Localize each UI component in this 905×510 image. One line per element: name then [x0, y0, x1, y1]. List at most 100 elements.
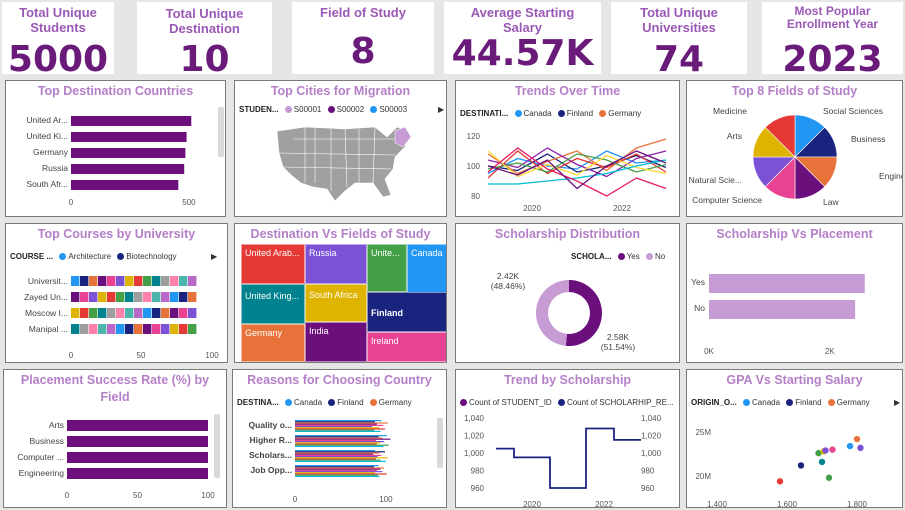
- no-pct-label: (48.46%): [491, 281, 526, 291]
- legend: DESTINA... Canada Finland Germany: [237, 398, 412, 407]
- y-tick-label: 1,020: [464, 432, 485, 441]
- x-tick-label: 2022: [613, 204, 631, 213]
- treemap-tile[interactable]: Russia: [305, 244, 367, 284]
- bar-segment: [134, 276, 143, 286]
- treemap-tile[interactable]: Germany: [241, 324, 305, 362]
- kpi-value: 74: [653, 39, 705, 74]
- scholarship-distribution-chart[interactable]: Scholarship Distribution SCHOLA... Yes N…: [455, 223, 680, 363]
- scrollbar[interactable]: [214, 414, 220, 478]
- bar-segment: [107, 324, 116, 334]
- no-value-label: 2.42K: [497, 271, 520, 281]
- bar: [295, 428, 385, 430]
- legend-dot: [514, 110, 522, 117]
- bar: [295, 468, 381, 470]
- scatter-svg: 25M 20M 1,400 1,600 1,800: [695, 428, 867, 507]
- legend-item: S00001: [293, 105, 322, 114]
- legend: SCHOLA... Yes No: [571, 252, 665, 261]
- next-page-icon[interactable]: ▶: [211, 252, 217, 261]
- treemap-chart[interactable]: Destination Vs Fields of Study United Ar…: [234, 223, 447, 363]
- bar-segment: [107, 292, 116, 302]
- category-label: Engineering: [19, 468, 65, 478]
- top-fields-pie[interactable]: Top 8 Fields of Study Medicine Social Sci…: [686, 80, 903, 217]
- treemap-tile[interactable]: India: [305, 322, 367, 362]
- legend-item: No: [654, 252, 666, 261]
- bar-segment: [170, 292, 179, 302]
- category-label: Job Opp...: [250, 465, 292, 475]
- scatter-point: [825, 474, 833, 481]
- category-label: Manipal ...: [29, 324, 68, 334]
- treemap-tile[interactable]: Finland: [367, 292, 446, 332]
- bar: [71, 164, 185, 174]
- kpi-average-salary: Average Starting Salary 44.57K: [444, 2, 601, 74]
- reasons-chart[interactable]: Reasons for Choosing Country DESTINA... …: [232, 369, 447, 508]
- gpa-vs-salary-chart[interactable]: GPA Vs Starting Salary ORIGIN_O... Canad…: [686, 369, 903, 508]
- bar-chart-svg: United Ar... United Ki... Germany Russia Sou…: [26, 115, 196, 207]
- trends-over-time-chart[interactable]: Trends Over Time DESTINATI... Canada Fin…: [455, 80, 680, 217]
- bar: [709, 300, 856, 319]
- stacked-bar-svg: Universit... Zayed Un... Moscow I... Manipa…: [24, 276, 219, 360]
- top-courses-chart[interactable]: Top Courses by University COURSE ... Arc…: [5, 223, 228, 363]
- bar: [295, 459, 381, 461]
- placement-success-chart[interactable]: Placement Success Rate (%) by Field Arts…: [3, 369, 227, 508]
- kpi-label: Total Unique Students: [19, 5, 97, 35]
- bar: [295, 450, 375, 452]
- top-cities-map[interactable]: Top Cities for Migration STUDEN... S0000…: [234, 80, 447, 217]
- next-page-icon[interactable]: ▶: [894, 398, 900, 407]
- scrollbar[interactable]: [437, 418, 443, 468]
- category-label: United Ki...: [26, 131, 68, 141]
- bar: [295, 444, 389, 446]
- treemap-tile[interactable]: Ireland: [367, 332, 446, 362]
- top-destination-countries-chart[interactable]: Top Destination Countries United Ar... Un…: [5, 80, 226, 217]
- pie-chart-svg: Medicine Social Sciences Arts Business Engin…: [689, 106, 902, 207]
- legend: ORIGIN_O... Canada Finland Germany: [691, 398, 870, 407]
- scrollbar[interactable]: [218, 107, 224, 157]
- bar-chart-svg: Yes No 0K 2K: [691, 274, 865, 356]
- treemap-tile[interactable]: United Arab...: [241, 244, 305, 284]
- bar: [71, 116, 192, 126]
- category-label: Russia: [42, 163, 68, 173]
- trend-by-scholarship-chart[interactable]: Trend by Scholarship Count of STUDENT_ID…: [455, 369, 680, 508]
- bar-segment: [152, 324, 161, 334]
- bar-segment: [89, 324, 98, 334]
- legend-item: Canada: [294, 398, 323, 407]
- kpi-value: 5000: [7, 39, 109, 74]
- category-label: Higher R...: [249, 435, 292, 445]
- bar: [295, 424, 384, 426]
- legend-item: S00003: [379, 105, 408, 114]
- bar: [67, 436, 208, 447]
- treemap-tile[interactable]: South Africa: [305, 284, 367, 322]
- kpi-total-students: Total Unique Students 5000: [2, 2, 114, 74]
- kpi-value: 44.57K: [451, 33, 594, 74]
- legend-item: Count of STUDENT_ID: [469, 398, 552, 407]
- scholarship-vs-placement-chart[interactable]: Scholarship Vs Placement Yes No 0K 2K: [686, 223, 903, 363]
- legend-dot: [557, 110, 565, 117]
- legend-dot: [284, 106, 292, 113]
- treemap-tile[interactable]: United King...: [241, 284, 305, 324]
- bar-segment: [134, 292, 143, 302]
- bar-segment: [170, 308, 179, 318]
- legend-label: DESTINA...: [237, 398, 279, 407]
- chart-title: Scholarship Vs Placement: [716, 227, 873, 241]
- tick-label: 0: [293, 495, 298, 504]
- next-page-icon[interactable]: ▶: [438, 105, 444, 114]
- scatter-point: [822, 447, 829, 454]
- bar-segment: [161, 308, 170, 318]
- grouped-bar-svg: Quality o... Higher R... Scholars... Job Op…: [249, 420, 393, 504]
- kpi-label: Average Starting Salary: [470, 5, 575, 35]
- legend-dot: [117, 253, 125, 260]
- y-tick-label: 980: [471, 467, 485, 476]
- slice-label: Natural Scie...: [689, 175, 742, 185]
- legend-label: STUDEN...: [239, 105, 279, 114]
- chart-title: GPA Vs Starting Salary: [726, 373, 863, 387]
- slice-label: Arts: [727, 131, 742, 141]
- bar: [295, 473, 387, 475]
- treemap-tile[interactable]: Unite...: [367, 244, 407, 292]
- bar-segment: [80, 324, 89, 334]
- bar-segment: [179, 292, 188, 302]
- legend-item: Count of SCHOLARHIP_RE...: [566, 398, 674, 407]
- slice-label: Social Sciences: [823, 106, 883, 116]
- scatter-point: [818, 458, 826, 466]
- bar: [67, 452, 208, 463]
- bar-segment: [71, 308, 80, 318]
- bar-segment: [80, 276, 89, 286]
